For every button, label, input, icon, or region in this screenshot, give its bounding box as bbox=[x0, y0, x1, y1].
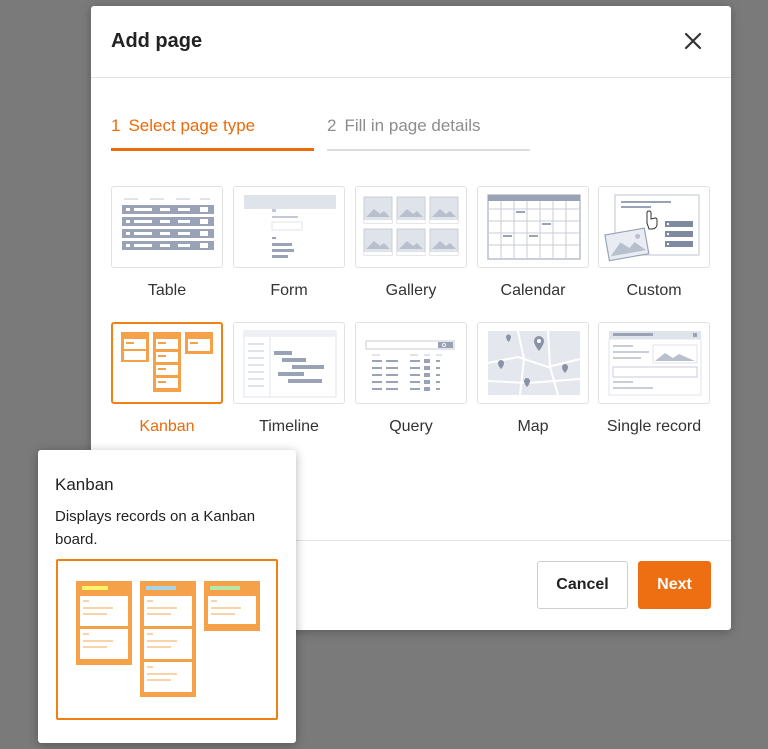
page-type-label-custom: Custom bbox=[626, 282, 682, 299]
page-type-single-record[interactable] bbox=[598, 322, 710, 404]
page-type-kanban[interactable] bbox=[111, 322, 223, 404]
page-type-label-timeline: Timeline bbox=[259, 418, 319, 435]
page-type-timeline[interactable] bbox=[233, 322, 345, 404]
page-type-map[interactable] bbox=[477, 322, 589, 404]
step-select-page-type[interactable]: 1 Select page type bbox=[111, 116, 255, 136]
timeline-icon bbox=[243, 330, 337, 398]
step-number: 2 bbox=[327, 116, 337, 135]
page-type-label-form: Form bbox=[270, 282, 308, 299]
page-type-label-calendar: Calendar bbox=[500, 282, 566, 299]
page-type-calendar[interactable] bbox=[477, 186, 589, 268]
dialog-title: Add page bbox=[111, 30, 203, 52]
page-type-label-map: Map bbox=[517, 418, 549, 435]
close-icon[interactable] bbox=[683, 31, 703, 51]
calendar-icon bbox=[487, 194, 581, 260]
page-type-query[interactable] bbox=[355, 322, 467, 404]
cancel-button[interactable]: Cancel bbox=[537, 561, 628, 609]
gallery-icon bbox=[363, 196, 459, 256]
tooltip-title: Kanban bbox=[55, 475, 114, 494]
page-type-tooltip: Kanban Displays records on a Kanban boar… bbox=[38, 450, 296, 743]
step-label: Select page type bbox=[128, 116, 256, 135]
page-type-form[interactable] bbox=[233, 186, 345, 268]
step-indicator-active bbox=[111, 148, 314, 151]
kanban-icon bbox=[121, 332, 213, 392]
page-type-label-kanban: Kanban bbox=[139, 418, 195, 435]
single-record-icon bbox=[608, 331, 702, 396]
kanban-preview bbox=[56, 559, 278, 720]
form-icon bbox=[244, 195, 336, 259]
step-fill-in-page-details[interactable]: 2 Fill in page details bbox=[327, 116, 481, 136]
page-type-label-query: Query bbox=[389, 418, 433, 435]
page-type-label-table: Table bbox=[147, 282, 187, 299]
step-indicator-inactive bbox=[327, 149, 530, 151]
step-number: 1 bbox=[111, 116, 121, 135]
tooltip-description: Displays records on a Kanban board. bbox=[55, 508, 256, 548]
next-button[interactable]: Next bbox=[638, 561, 711, 609]
dialog-header: Add page bbox=[91, 6, 731, 78]
page-type-gallery[interactable] bbox=[355, 186, 467, 268]
map-icon bbox=[487, 330, 581, 396]
kanban-preview-icon bbox=[76, 581, 260, 697]
page-type-table[interactable] bbox=[111, 186, 223, 268]
page-type-label-gallery: Gallery bbox=[385, 282, 437, 299]
table-icon bbox=[122, 198, 214, 250]
query-icon bbox=[365, 340, 455, 391]
page-type-label-single-record: Single record bbox=[606, 418, 702, 435]
step-label: Fill in page details bbox=[344, 116, 481, 135]
custom-icon bbox=[604, 194, 700, 262]
page-type-custom[interactable] bbox=[598, 186, 710, 268]
